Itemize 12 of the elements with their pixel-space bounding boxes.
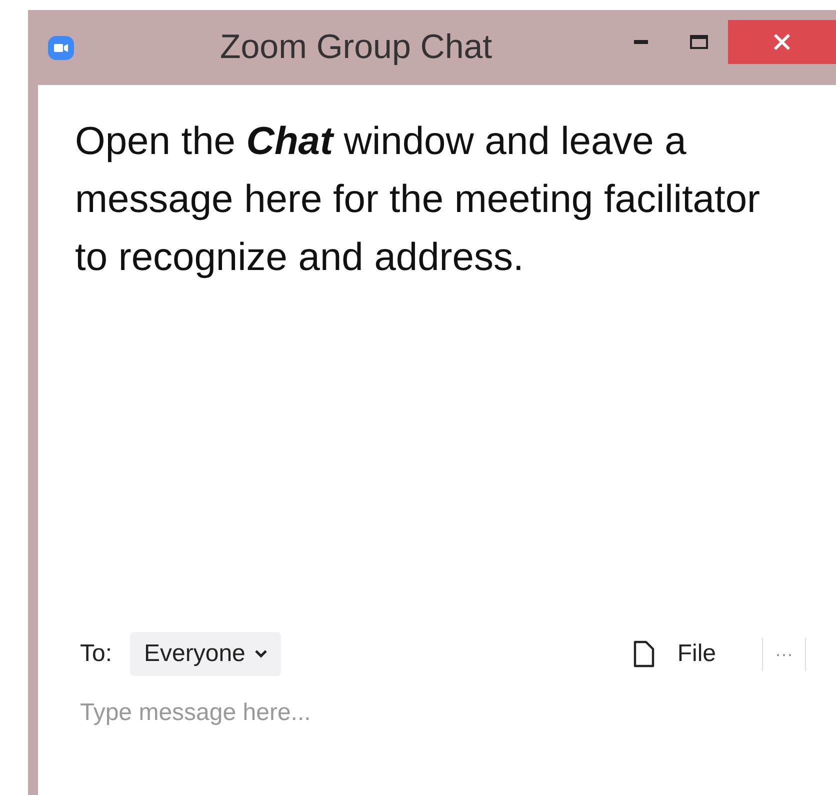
instruction-text: Open the Chat window and leave a message here for the meeting facilitator to recognize and address. [75,119,762,281]
to-label: To: [80,640,112,668]
chevron-down-icon [255,650,268,658]
recipient-dropdown[interactable]: Everyone [130,632,282,676]
minimize-icon [634,39,648,45]
maximize-icon [690,35,708,49]
document-icon [633,640,656,668]
close-icon [773,33,791,51]
file-button[interactable]: File [627,639,722,669]
window-title: Zoom Group Chat [220,28,494,67]
app-logo-icon [48,36,74,60]
more-button[interactable]: ··· [762,638,806,670]
